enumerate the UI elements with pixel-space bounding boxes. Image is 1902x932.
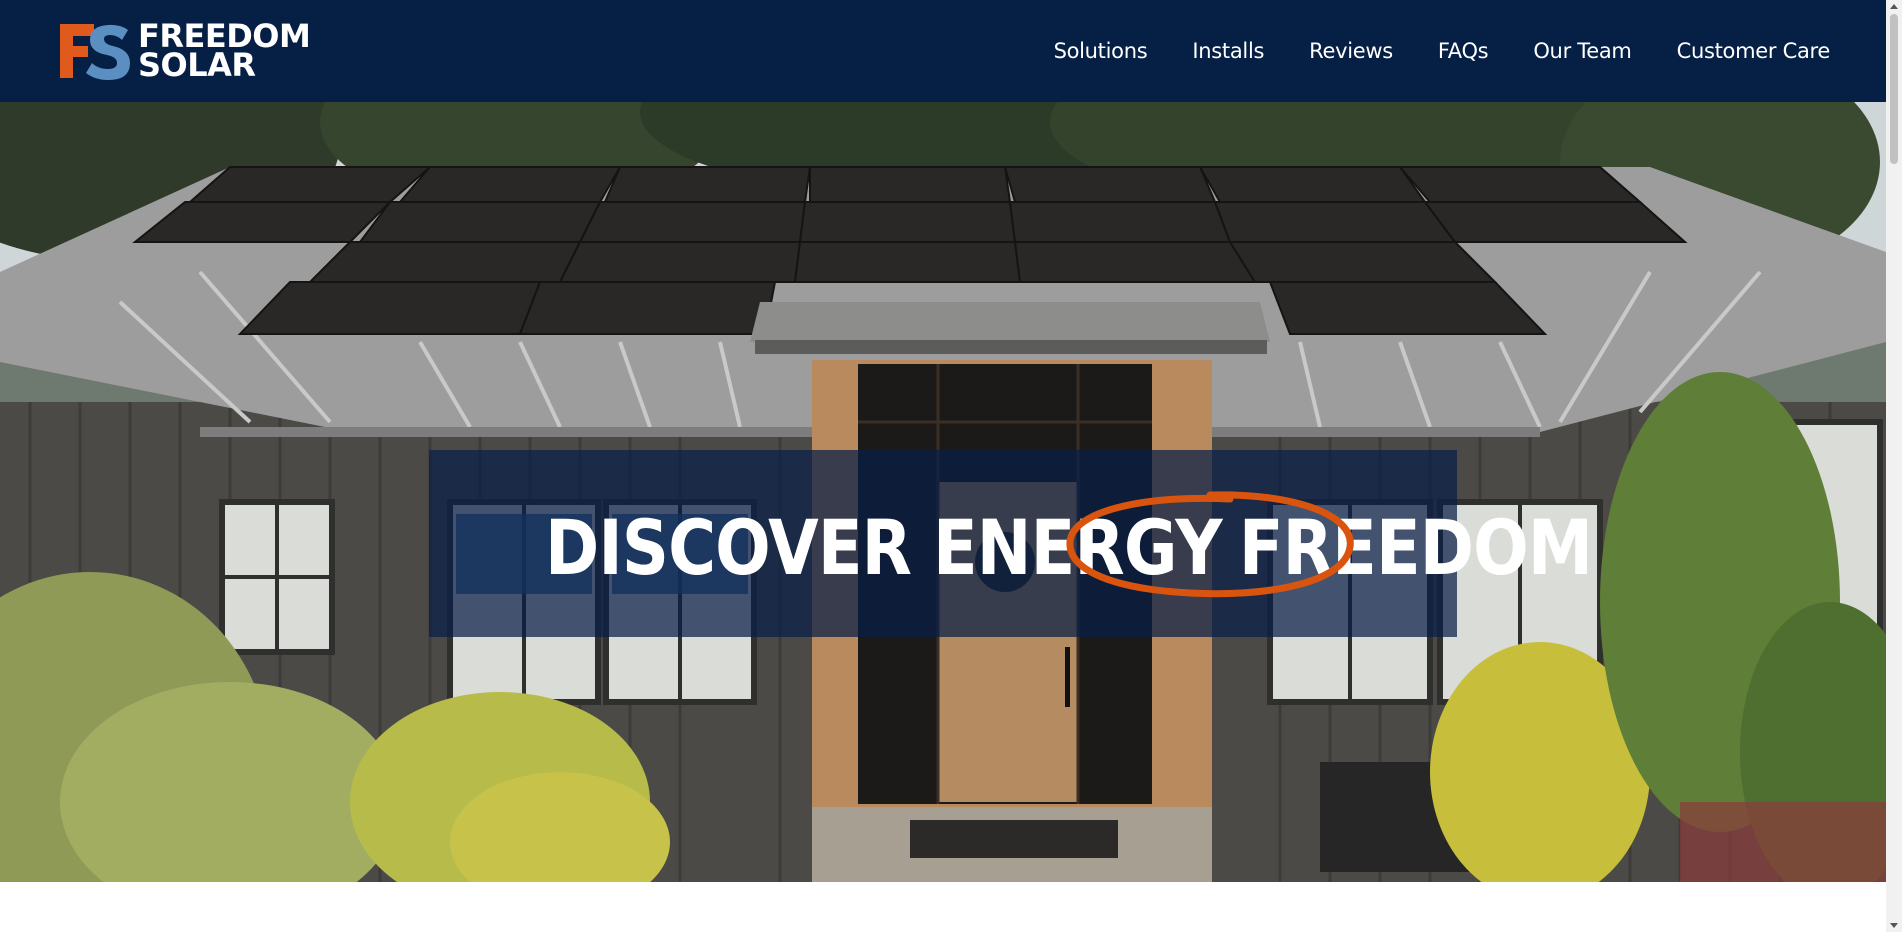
page-scrollbar[interactable]	[1886, 0, 1902, 932]
freedom-solar-logo-mark-icon	[60, 24, 130, 80]
nav-reviews[interactable]: Reviews	[1309, 39, 1393, 63]
nav-installs[interactable]: Installs	[1192, 39, 1264, 63]
brand-wordmark: FREEDOM SOLAR	[138, 20, 311, 84]
nav-solutions[interactable]: Solutions	[1054, 39, 1148, 63]
nav-customer-care[interactable]: Customer Care	[1677, 39, 1831, 63]
scrollbar-thumb[interactable]	[1890, 14, 1898, 164]
nav-our-team[interactable]: Our Team	[1533, 39, 1632, 63]
hero-section: DISCOVER ENERGY FREEDOM	[0, 102, 1886, 882]
scroll-down-arrow-icon[interactable]	[1890, 923, 1898, 928]
brand-line-2: SOLAR	[138, 46, 256, 84]
hand-drawn-circle-icon	[1066, 491, 1354, 598]
site-header: FREEDOM SOLAR Solutions Installs Reviews…	[0, 0, 1886, 102]
nav-faqs[interactable]: FAQs	[1438, 39, 1489, 63]
main-nav: Solutions Installs Reviews FAQs Our Team…	[1054, 0, 1831, 102]
scroll-up-arrow-icon[interactable]	[1890, 4, 1898, 9]
brand-logo[interactable]: FREEDOM SOLAR	[60, 20, 320, 84]
